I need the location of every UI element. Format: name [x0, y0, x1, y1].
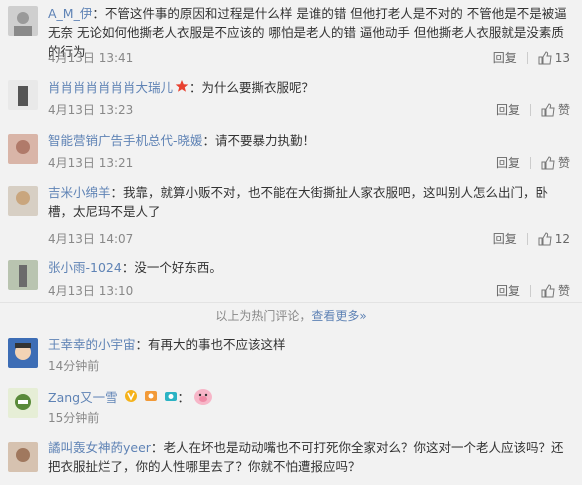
- timestamp: 4月13日 13:41: [48, 51, 134, 65]
- like-button[interactable]: 13: [538, 51, 570, 65]
- comment-item: 譎叫轰女神菂yeer：老人在坏也是动动嘴也不可打死你全家对么？你这对一个老人应该…: [0, 428, 582, 485]
- like-count: 赞: [557, 103, 570, 117]
- comment-body: 肖肖肖肖肖肖肖大瑞儿 ：为什么要撕衣服呢？: [48, 78, 572, 98]
- like-count: 赞: [557, 284, 570, 298]
- thumbs-up-icon: [541, 102, 555, 116]
- verified-v-icon: [124, 389, 138, 408]
- divider: [526, 51, 528, 64]
- like-button[interactable]: 赞: [541, 282, 570, 299]
- divider-text: 以上为热门评论，: [215, 309, 312, 323]
- comment-body: 王幸幸的小宇宙：有再大的事也不应该这样: [48, 337, 286, 352]
- avatar[interactable]: [8, 134, 38, 164]
- comment-item: 吉米小绵羊：我靠，就算小贩不对，也不能在大街撕扯人家衣服吧，这叫别人怎么出门，卧…: [0, 176, 582, 251]
- avatar[interactable]: [8, 186, 38, 216]
- comment-item: Zang又一雪 ： 15分钟前: [0, 378, 582, 429]
- member-badge-icon: [144, 389, 158, 408]
- divider: [529, 156, 531, 169]
- reply-button[interactable]: 回复: [496, 154, 520, 171]
- comment-item: 智能营销广告手机总代-晓媛：请不要暴力执勤！ 4月13日 13:21 回复 赞: [0, 124, 582, 177]
- timestamp: 4月13日 14:07: [48, 232, 134, 246]
- username[interactable]: 吉米小绵羊: [48, 185, 111, 200]
- comment-text: 为什么要撕衣服呢？: [201, 80, 315, 95]
- comment-item: 王幸幸的小宇宙：有再大的事也不应该这样 14分钟前: [0, 330, 582, 379]
- star-badge-icon: [175, 79, 189, 98]
- comment-body: 张小雨-1024：没一个好东西。: [48, 260, 222, 275]
- thumbs-up-icon: [541, 155, 555, 169]
- pig-emoji-icon: [192, 386, 214, 411]
- like-button[interactable]: 赞: [541, 154, 570, 171]
- reply-button[interactable]: 回复: [493, 49, 517, 66]
- comment-text: 请不要暴力执勤！: [215, 133, 316, 148]
- timestamp: 14分钟前: [48, 359, 100, 373]
- comment-item: A_M_伊：不管这件事的原因和过程是什么样 是谁的错 但他打老人是不对的 不管他…: [0, 0, 582, 73]
- avatar[interactable]: [8, 6, 38, 36]
- divider: [526, 232, 528, 245]
- comment-body: 譎叫轰女神菂yeer：老人在坏也是动动嘴也不可打死你全家对么？你这对一个老人应该…: [48, 440, 564, 474]
- comment-meta: 14分钟前: [48, 357, 570, 375]
- username[interactable]: Zang又一雪: [48, 390, 118, 405]
- comment-meta: 4月13日 13:23 回复 赞: [48, 101, 570, 119]
- avatar[interactable]: [8, 388, 38, 418]
- timestamp: 15分钟前: [48, 411, 100, 425]
- username[interactable]: 张小雨-1024: [48, 260, 122, 275]
- comment-meta: 4月13日 13:21 回复 赞: [48, 154, 570, 172]
- avatar[interactable]: [8, 338, 38, 368]
- divider: [529, 284, 531, 297]
- comment-text: 我靠，就算小贩不对，也不能在大街撕扯人家衣服吧，这叫别人怎么出门，卧槽，太尼玛不…: [48, 185, 549, 219]
- like-count: 13: [554, 50, 570, 65]
- timestamp: 4月13日 13:21: [48, 156, 134, 170]
- like-button[interactable]: 赞: [541, 101, 570, 118]
- comment-body: Zang又一雪 ：: [48, 386, 572, 411]
- username[interactable]: 肖肖肖肖肖肖肖大瑞儿: [48, 80, 173, 95]
- comment-text: 有再大的事也不应该这样: [148, 337, 286, 352]
- avatar[interactable]: [8, 260, 38, 290]
- reply-button[interactable]: 回复: [493, 230, 517, 247]
- username[interactable]: 王幸幸的小宇宙: [48, 337, 136, 352]
- comment-meta: 15分钟前: [48, 409, 570, 427]
- like-count: 赞: [557, 156, 570, 170]
- like-button[interactable]: 12: [538, 232, 570, 246]
- like-count: 12: [554, 231, 570, 246]
- comment-meta: 4月13日 13:41 回复 13: [48, 49, 570, 67]
- hot-comments-divider: 以上为热门评论，查看更多»: [0, 302, 582, 330]
- divider: [529, 103, 531, 116]
- avatar[interactable]: [8, 442, 38, 472]
- reply-button[interactable]: 回复: [496, 282, 520, 299]
- comment-item: 张小雨-1024：没一个好东西。 4月13日 13:10 回复 赞: [0, 250, 582, 303]
- username[interactable]: 譎叫轰女神菂yeer: [48, 440, 151, 455]
- reply-button[interactable]: 回复: [496, 101, 520, 118]
- username[interactable]: 智能营销广告手机总代-晓媛: [48, 133, 203, 148]
- timestamp: 4月13日 13:10: [48, 284, 134, 298]
- view-more-link[interactable]: 查看更多»: [311, 309, 366, 323]
- thumbs-up-icon: [538, 50, 552, 64]
- thumbs-up-icon: [541, 283, 555, 297]
- comment-text: 没一个好东西。: [134, 260, 222, 275]
- comment-meta: 4月13日 13:10 回复 赞: [48, 282, 570, 300]
- timestamp: 4月13日 13:23: [48, 103, 134, 117]
- comment-meta: 4月13日 14:07 回复 12: [48, 230, 570, 248]
- comment-item: 肖肖肖肖肖肖肖大瑞儿 ：为什么要撕衣服呢？ 4月13日 13:23 回复 赞: [0, 72, 582, 125]
- thumbs-up-icon: [538, 231, 552, 245]
- username[interactable]: A_M_伊: [48, 6, 92, 21]
- avatar[interactable]: [8, 80, 38, 110]
- comment-body: 吉米小绵羊：我靠，就算小贩不对，也不能在大街撕扯人家衣服吧，这叫别人怎么出门，卧…: [48, 185, 549, 219]
- camera-badge-icon: [164, 389, 178, 408]
- comment-body: 智能营销广告手机总代-晓媛：请不要暴力执勤！: [48, 133, 316, 148]
